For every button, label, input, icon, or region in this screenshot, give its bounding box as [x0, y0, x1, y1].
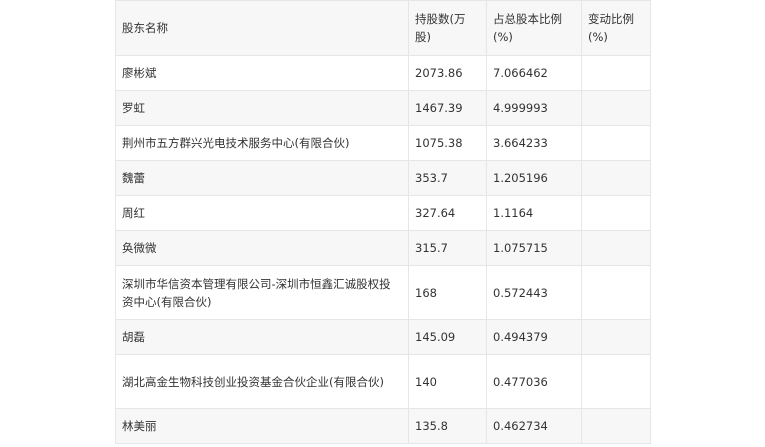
header-shares: 持股数(万股) [408, 0, 487, 56]
header-shareholder-name: 股东名称 [115, 0, 409, 56]
cell-shares: 145.09 [408, 319, 487, 355]
cell-change [581, 408, 651, 444]
cell-shares: 140 [408, 354, 487, 409]
cell-change [581, 90, 651, 126]
cell-shares: 315.7 [408, 230, 487, 266]
cell-shares: 1467.39 [408, 90, 487, 126]
cell-name: 魏蕾 [115, 160, 409, 196]
cell-ratio: 0.572443 [486, 265, 582, 320]
cell-name: 廖彬斌 [115, 55, 409, 91]
cell-ratio: 1.205196 [486, 160, 582, 196]
table-header-row: 股东名称 持股数(万股) 占总股本比例(%) 变动比例(%) [115, 0, 651, 56]
table-row: 廖彬斌 2073.86 7.066462 [115, 55, 651, 91]
table-row: 奂微微 315.7 1.075715 [115, 230, 651, 266]
cell-shares: 1075.38 [408, 125, 487, 161]
cell-change [581, 230, 651, 266]
cell-name: 奂微微 [115, 230, 409, 266]
cell-change [581, 195, 651, 231]
cell-shares: 2073.86 [408, 55, 487, 91]
cell-ratio: 0.494379 [486, 319, 582, 355]
cell-change [581, 319, 651, 355]
table-row: 深圳市华信资本管理有限公司-深圳市恒鑫汇诚股权投资中心(有限合伙) 168 0.… [115, 265, 651, 320]
table-row: 罗虹 1467.39 4.999993 [115, 90, 651, 126]
cell-change [581, 55, 651, 91]
header-change: 变动比例(%) [581, 0, 651, 56]
header-ratio: 占总股本比例(%) [486, 0, 582, 56]
table-row: 荆州市五方群兴光电技术服务中心(有限合伙) 1075.38 3.664233 [115, 125, 651, 161]
shareholder-table-container: 股东名称 持股数(万股) 占总股本比例(%) 变动比例(%) 廖彬斌 2073.… [115, 0, 651, 444]
cell-shares: 135.8 [408, 408, 487, 444]
cell-ratio: 1.1164 [486, 195, 582, 231]
table-row: 湖北高金生物科技创业投资基金合伙企业(有限合伙) 140 0.477036 [115, 354, 651, 409]
cell-ratio: 3.664233 [486, 125, 582, 161]
cell-ratio: 0.462734 [486, 408, 582, 444]
cell-name: 荆州市五方群兴光电技术服务中心(有限合伙) [115, 125, 409, 161]
cell-ratio: 0.477036 [486, 354, 582, 409]
cell-change [581, 265, 651, 320]
table-row: 周红 327.64 1.1164 [115, 195, 651, 231]
cell-change [581, 160, 651, 196]
cell-name: 湖北高金生物科技创业投资基金合伙企业(有限合伙) [115, 354, 409, 409]
cell-change [581, 125, 651, 161]
cell-name: 罗虹 [115, 90, 409, 126]
cell-name: 深圳市华信资本管理有限公司-深圳市恒鑫汇诚股权投资中心(有限合伙) [115, 265, 409, 320]
cell-shares: 327.64 [408, 195, 487, 231]
table-row: 胡磊 145.09 0.494379 [115, 319, 651, 355]
cell-ratio: 4.999993 [486, 90, 582, 126]
cell-shares: 168 [408, 265, 487, 320]
cell-shares: 353.7 [408, 160, 487, 196]
cell-ratio: 7.066462 [486, 55, 582, 91]
table-row: 魏蕾 353.7 1.205196 [115, 160, 651, 196]
cell-name: 林美丽 [115, 408, 409, 444]
cell-name: 周红 [115, 195, 409, 231]
cell-change [581, 354, 651, 409]
cell-ratio: 1.075715 [486, 230, 582, 266]
cell-name: 胡磊 [115, 319, 409, 355]
table-row: 林美丽 135.8 0.462734 [115, 408, 651, 444]
shareholder-table: 股东名称 持股数(万股) 占总股本比例(%) 变动比例(%) 廖彬斌 2073.… [115, 0, 651, 444]
